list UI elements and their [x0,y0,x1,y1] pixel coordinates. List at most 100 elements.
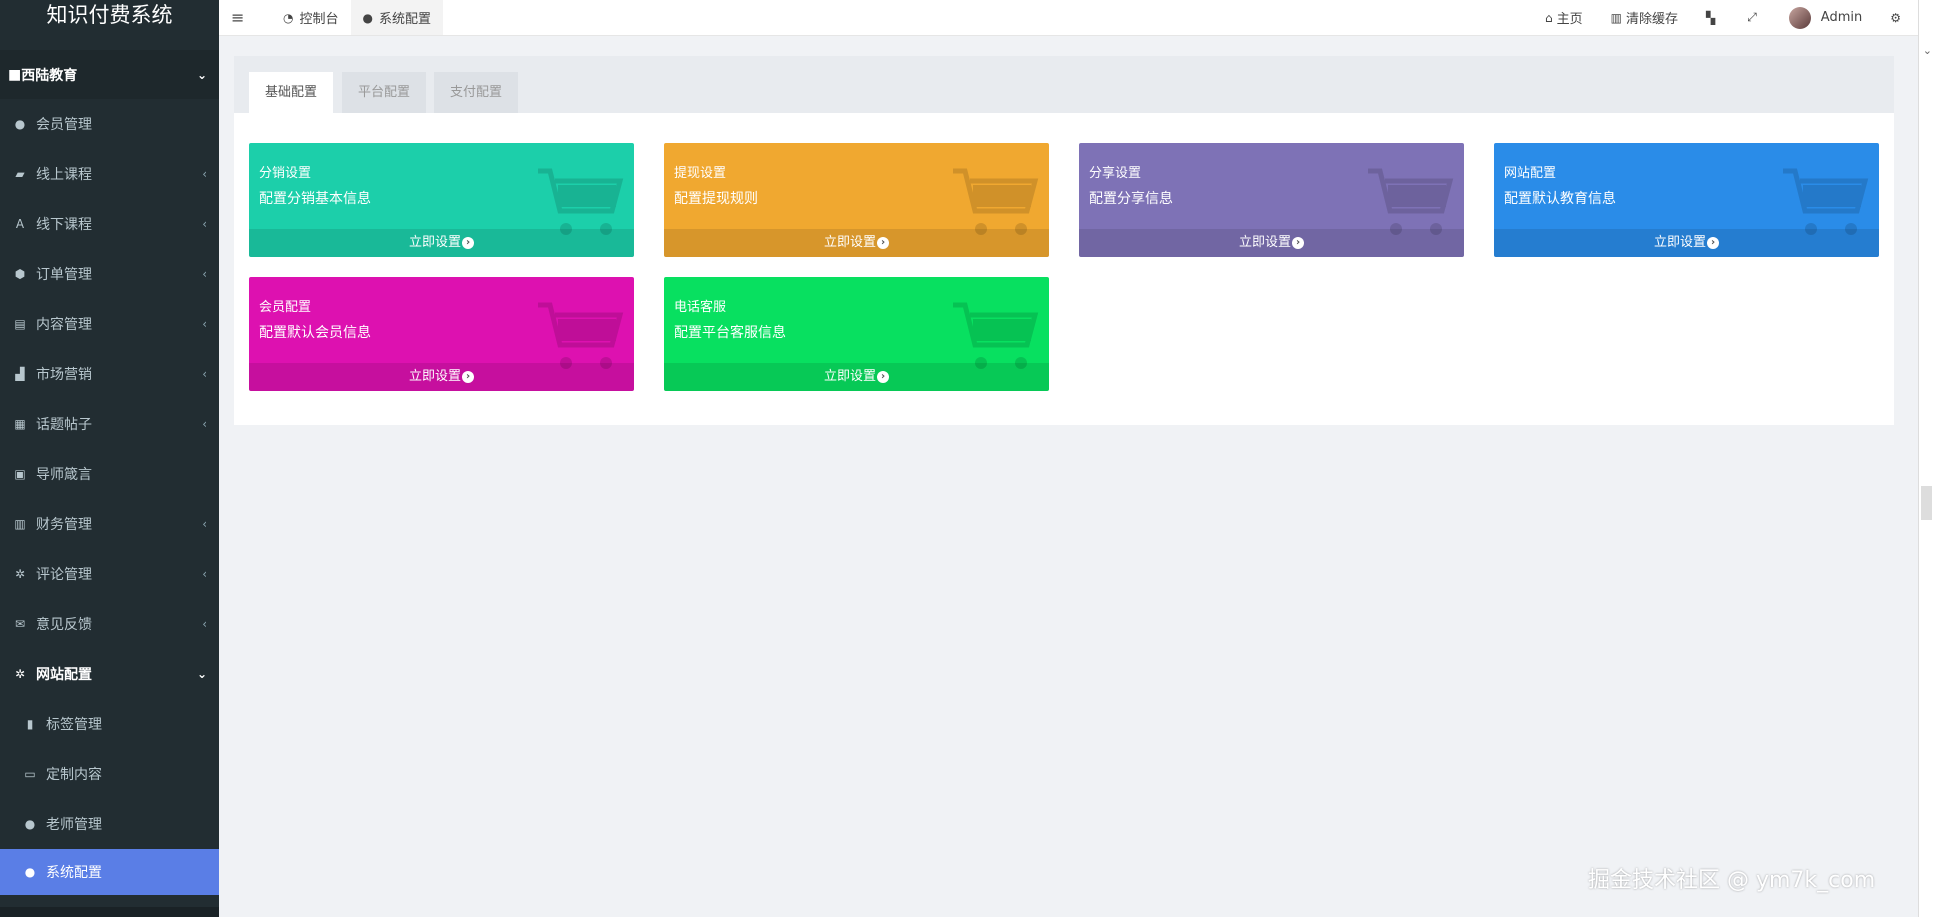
arrow-circle-right-icon: › [877,236,889,249]
chevron-down-icon: ⌄ [1922,44,1932,57]
sidebar-item-label: 话题帖子 [36,417,92,433]
menu-toggle-icon[interactable]: ≡ [231,8,253,27]
sidebar-item-topics[interactable]: ▦ 话题帖子 ‹ [0,399,219,449]
tab-payment-config[interactable]: 支付配置 [434,72,519,113]
dashboard-icon: ◔ [283,10,294,25]
sidebar-item-feedback[interactable]: ✉ 意见反馈 ‹ [0,599,219,649]
shopping-cart-icon [538,168,624,235]
sidebar-item-orders[interactable]: ⬢ 订单管理 ‹ [0,249,219,299]
top-right-actions: ⌂ 主页 ▥ 清除缓存 ▚ ⤢ Admin ⚙ [1531,0,1919,35]
arrow-circle-right-icon: › [1707,236,1719,249]
config-tabs: 基础配置 平台配置 支付配置 [234,56,1894,113]
card-desc: 配置提现规则 [674,191,758,207]
chevron-left-icon: ‹ [202,267,207,281]
card-action-button[interactable]: 立即设置 › [1079,229,1464,257]
card-action-button[interactable]: 立即设置 › [664,363,1049,391]
sidebar-item-label: 导师箴言 [36,467,92,483]
card-action-button[interactable]: 立即设置 › [1494,229,1879,257]
fullscreen-button[interactable]: ⤢ [1733,0,1775,35]
card-share: 分享设置 配置分享信息 立即设置 › [1079,143,1464,257]
home-link[interactable]: ⌂ 主页 [1531,0,1597,35]
shopping-cart-icon [953,168,1039,235]
sidebar-item-tags[interactable]: ▮ 标签管理 [0,699,219,749]
sidebar-item-marketing[interactable]: ▟ 市场营销 ‹ [0,349,219,399]
gears-icon: ⚙ [1890,10,1901,25]
sidebar-item-label: 网站配置 [36,667,92,683]
sidebar-item-label: 评论管理 [36,567,92,583]
sidebar-item-online-courses[interactable]: ▰ 线上课程 ‹ [0,149,219,199]
tab-label: 系统配置 [378,12,431,27]
chevron-left-icon: ‹ [202,417,207,431]
app-logo[interactable]: 知识付费系统 [0,0,219,32]
card-action-label: 立即设置 [1653,235,1706,250]
card-action-label: 立即设置 [408,369,461,384]
sidebar-group-xilu[interactable]: ■ 西陆教育 ⌄ [0,50,219,99]
card-action-label: 立即设置 [408,235,461,250]
page-scrollbar[interactable]: ⌄ [1918,0,1934,917]
sidebar-group-label: 西陆教育 [21,67,78,84]
sidebar-item-finance[interactable]: ▥ 财务管理 ‹ [0,499,219,549]
sidebar-item-label: 系统配置 [46,865,102,881]
arrow-circle-right-icon: › [462,370,474,383]
tab-system-config[interactable]: ● 系统配置 [350,0,443,35]
avatar [1788,6,1811,29]
tab-basic-config[interactable]: 基础配置 [249,72,334,113]
folder-icon: ■ [8,66,22,83]
card-website: 网站配置 配置默认教育信息 立即设置 › [1494,143,1879,257]
card-withdrawal: 提现设置 配置提现规则 立即设置 › [664,143,1049,257]
chevron-left-icon: ‹ [202,317,207,331]
card-action-label: 立即设置 [823,369,876,384]
folder-open-icon: ▭ [24,767,36,781]
cube-icon: ⬢ [14,267,26,281]
sidebar-item-label: 老师管理 [46,817,102,833]
card-title: 分销设置 [259,166,312,181]
sidebar-item-mentor-quotes[interactable]: ▣ 导师箴言 [0,449,219,499]
card-membership: 会员配置 配置默认会员信息 立即设置 › [249,277,634,391]
gear-icon: ✲ [14,567,26,581]
sidebar-item-label: 标签管理 [46,717,102,733]
tab-dashboard[interactable]: ◔ 控制台 [271,0,351,35]
sidebar: 知识付费系统 ■ 西陆教育 ⌄ ● 会员管理 ▰ 线上课程 ‹ A 线下课程 ‹… [0,0,219,917]
card-desc: 配置分享信息 [1089,191,1173,207]
list-icon: ▤ [14,317,26,331]
sidebar-item-label: 会员管理 [36,117,92,133]
sidebar-group-site-config[interactable]: ✲ 网站配置 ⌄ [0,649,219,699]
user-icon: ● [14,117,26,131]
bookmark-icon: ▮ [26,717,34,731]
sidebar-item-offline-courses[interactable]: A 线下课程 ‹ [0,199,219,249]
translate-icon: ▚ [1705,10,1716,25]
chevron-down-icon: ⌄ [196,67,207,82]
chevron-left-icon: ‹ [202,517,207,531]
shopping-cart-icon [1368,168,1454,235]
sidebar-item-system-config[interactable]: ● 系统配置 [0,849,219,895]
gear-icon: ✲ [14,667,26,681]
bank-icon: ▥ [14,517,26,531]
card-action-button[interactable]: 立即设置 › [249,363,634,391]
card-action-button[interactable]: 立即设置 › [249,229,634,257]
sidebar-item-comments[interactable]: ✲ 评论管理 ‹ [0,549,219,599]
chevron-left-icon: ‹ [202,217,207,231]
card-title: 电话客服 [674,300,727,315]
sidebar-item-custom-content[interactable]: ▭ 定制内容 [0,749,219,799]
tab-platform-config[interactable]: 平台配置 [342,72,427,113]
card-action-label: 立即设置 [823,235,876,250]
user-plus-icon: ● [24,817,36,831]
card-title: 网站配置 [1504,166,1557,181]
user-menu[interactable]: Admin [1775,0,1876,35]
chevron-left-icon: ‹ [202,567,207,581]
book-icon: ▰ [15,167,25,181]
language-button[interactable]: ▚ [1692,0,1733,35]
clear-cache-button[interactable]: ▥ 清除缓存 [1597,0,1692,35]
sidebar-item-members[interactable]: ● 会员管理 [0,99,219,149]
settings-button[interactable]: ⚙ [1876,0,1919,35]
sidebar-item-content[interactable]: ▤ 内容管理 ‹ [0,299,219,349]
card-action-button[interactable]: 立即设置 › [664,229,1049,257]
sidebar-item-teachers[interactable]: ● 老师管理 [0,799,219,849]
scrollbar-thumb[interactable] [1921,486,1932,520]
top-navbar: ≡ ◔ 控制台 ● 系统配置 ⌂ 主页 ▥ 清除缓存 ▚ ⤢ Admin ⚙ [219,0,1919,36]
config-panel: 基础配置 平台配置 支付配置 分销设置 配置分销基本信息 立即设置 › 提现设置 … [234,56,1894,425]
sidebar-item-label: 意见反馈 [36,617,92,633]
user-plus-icon: ● [24,865,36,879]
watermark: 掘金技术社区 @ ym7k_com [1588,868,1876,893]
card-desc: 配置分销基本信息 [259,191,371,207]
